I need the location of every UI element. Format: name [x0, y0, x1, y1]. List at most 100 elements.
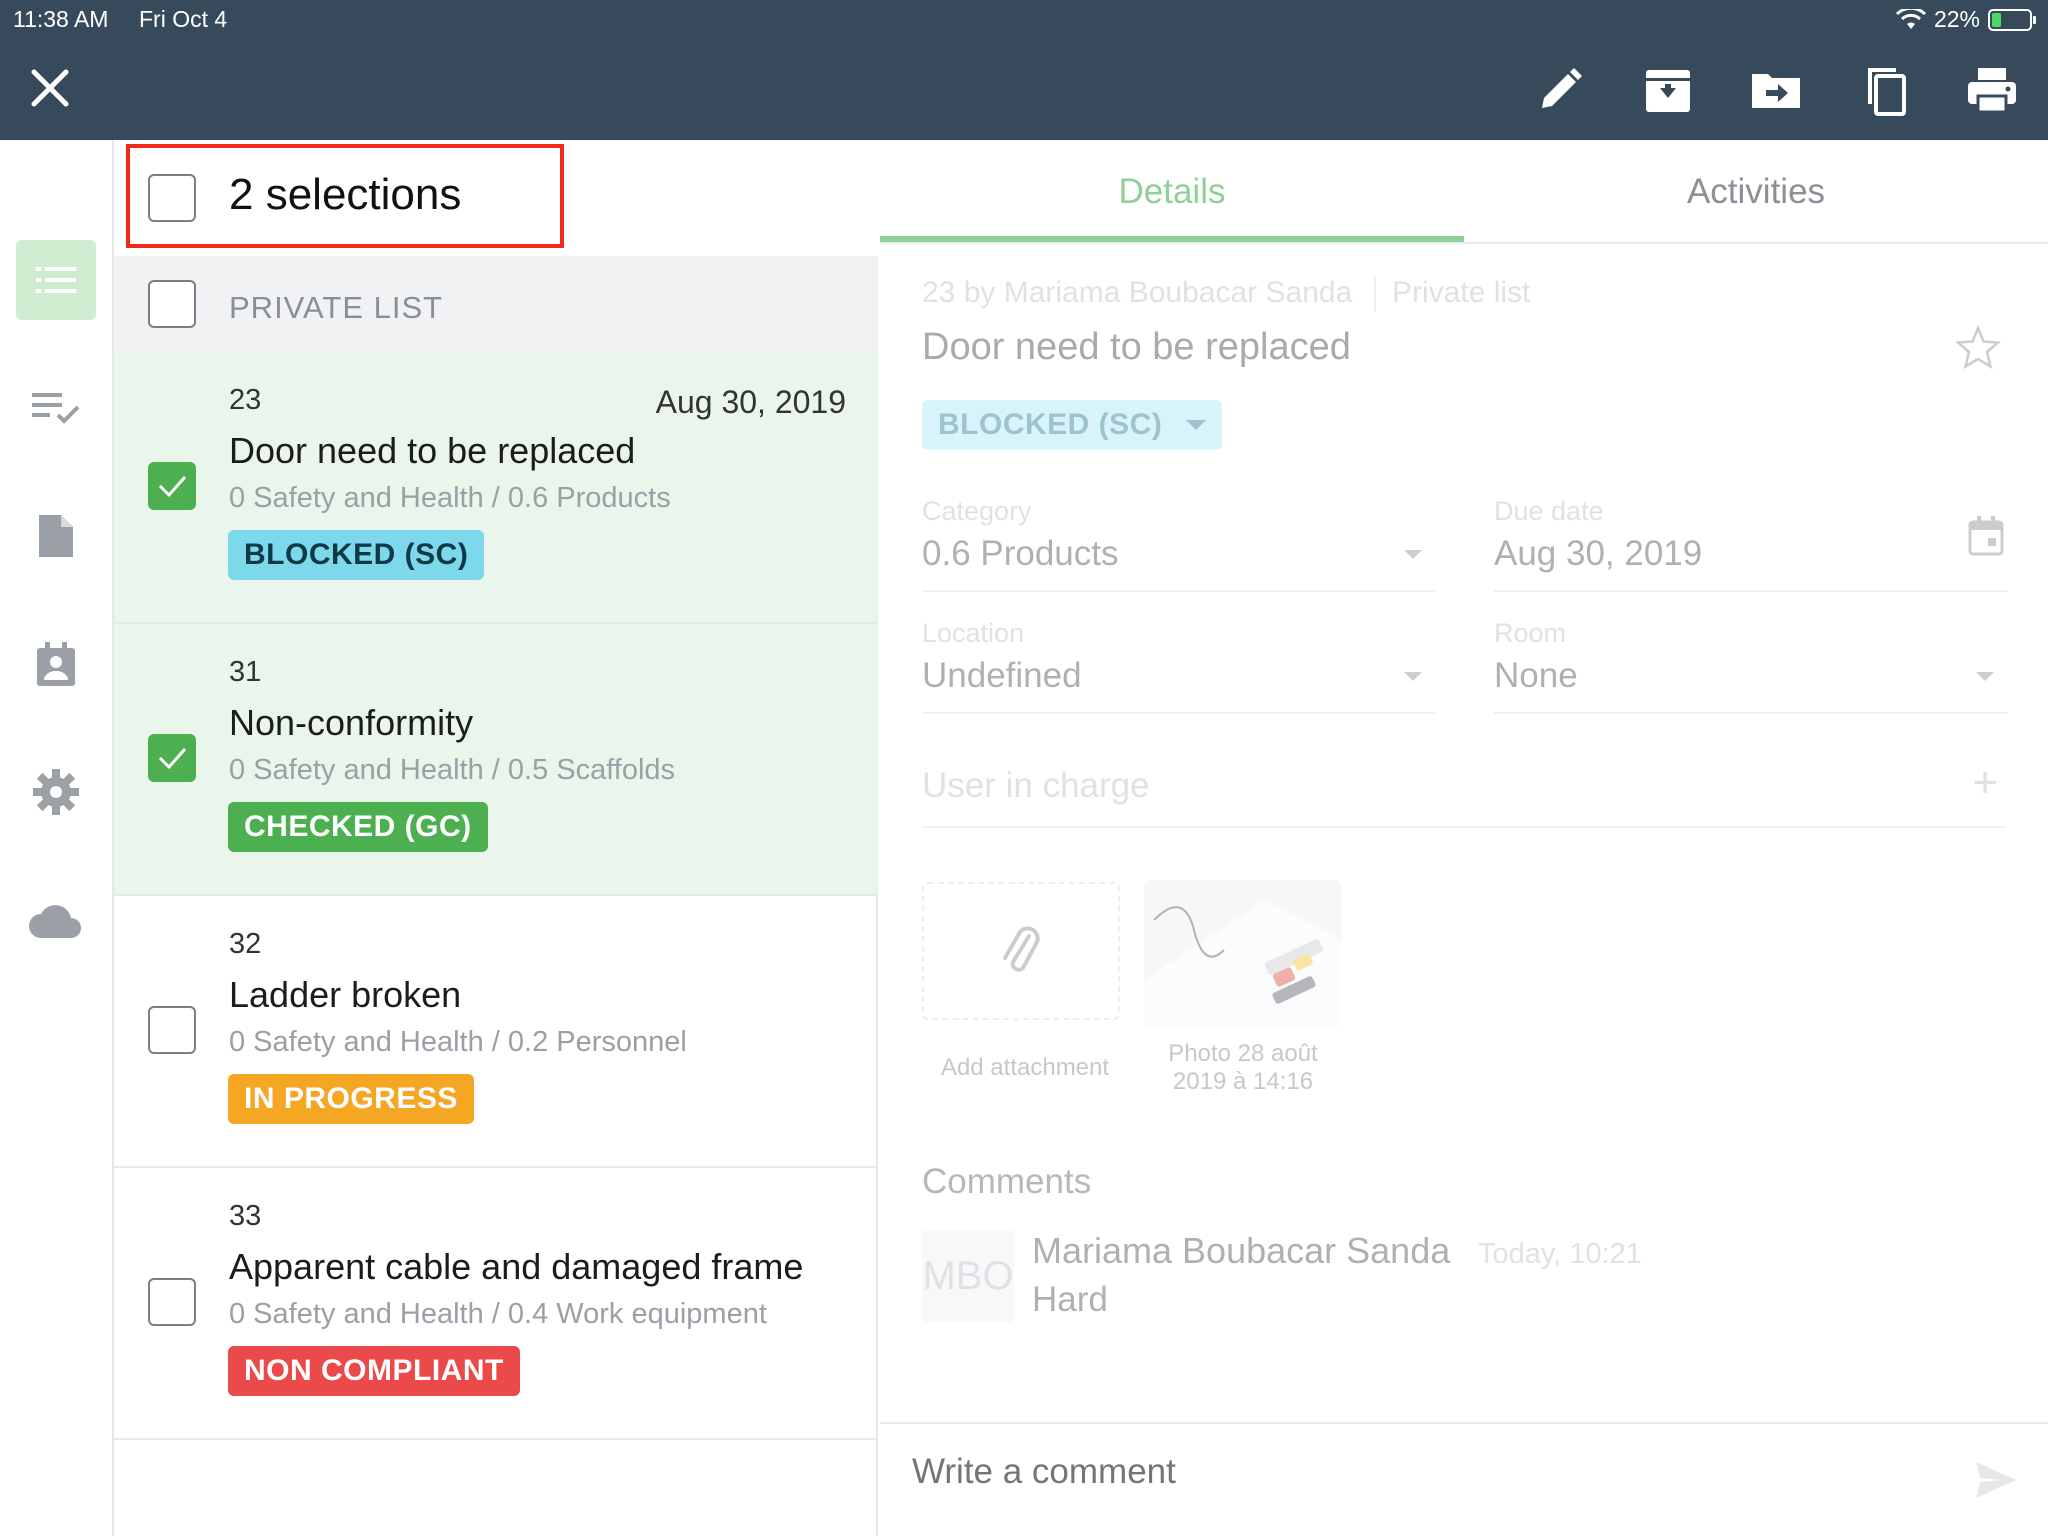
chevron-down-icon [1186, 420, 1207, 430]
tab-indicator [880, 236, 1464, 242]
rail-checklist[interactable] [16, 368, 96, 448]
add-attachment-button[interactable] [922, 882, 1120, 1020]
gear-icon [33, 769, 79, 815]
location-label: Location [922, 618, 1025, 648]
due-date-field[interactable]: Due date Aug 30, 2019 [1494, 496, 2008, 592]
battery-percent: 22% [1933, 6, 1980, 32]
detail-pane: Details Activities 23 by Mariama Boubaca… [880, 140, 2048, 1536]
send-icon[interactable] [1974, 1460, 2018, 1500]
item-title: Ladder broken [229, 974, 462, 1015]
rail-cloud[interactable] [16, 880, 96, 960]
item-path: 0 Safety and Health / 0.4 Work equipment [229, 1298, 767, 1330]
top-bar: 11:38 AM Fri Oct 4 22% [0, 0, 2048, 140]
list-item[interactable]: 32 Ladder broken 0 Safety and Health / 0… [114, 896, 878, 1168]
select-all-checkbox[interactable] [148, 174, 196, 222]
photo-thumbnail[interactable] [1144, 880, 1342, 1028]
item-path: 0 Safety and Health / 0.6 Products [229, 482, 671, 514]
status-badge: BLOCKED (SC) [228, 530, 485, 580]
move-icon[interactable] [1748, 62, 1804, 118]
check-icon [158, 476, 187, 498]
add-user-icon[interactable]: + [1972, 758, 1998, 808]
photo-caption-line2: 2019 à 14:16 [1172, 1068, 1314, 1095]
status-date: Fri Oct 4 [139, 6, 228, 32]
edit-icon[interactable] [1532, 62, 1588, 118]
selection-count: 2 selections [229, 170, 462, 219]
chevron-down-icon [1404, 672, 1422, 681]
item-number: 32 [229, 928, 262, 960]
calendar-icon [1968, 516, 2004, 556]
rail-contacts[interactable] [16, 624, 96, 704]
photo-caption: Photo 28 août 2019 à 14:16 [1132, 1040, 1354, 1096]
item-path: 0 Safety and Health / 0.5 Scaffolds [229, 754, 676, 786]
category-label: Category [922, 496, 1032, 526]
user-in-charge-label: User in charge [922, 766, 1150, 805]
photo-image [1144, 880, 1342, 1028]
status-badge: IN PROGRESS [228, 1074, 474, 1124]
detail-tabs: Details Activities [880, 140, 2048, 244]
tab-details[interactable]: Details [880, 172, 1464, 212]
battery-icon [1988, 8, 2036, 31]
location-field[interactable]: Location Undefined [922, 618, 1436, 714]
item-checkbox[interactable] [148, 734, 196, 782]
due-date-label: Due date [1494, 496, 1604, 526]
issue-list: Private list [1392, 276, 1531, 309]
chevron-down-icon [1976, 672, 1994, 681]
chevron-down-icon [1404, 550, 1422, 559]
add-attachment-label: Add attachment [940, 1054, 1110, 1081]
meta-divider [1374, 276, 1376, 312]
cloud-icon [29, 905, 81, 938]
tab-activities[interactable]: Activities [1464, 172, 2048, 212]
list-item[interactable]: 23 Aug 30, 2019 Door need to be replaced… [114, 352, 878, 624]
print-icon[interactable] [1964, 62, 2020, 118]
category-field[interactable]: Category 0.6 Products [922, 496, 1436, 592]
contacts-icon [37, 642, 75, 686]
item-checkbox[interactable] [148, 462, 196, 510]
item-number: 33 [229, 1200, 262, 1232]
group-checkbox[interactable] [148, 280, 196, 328]
comment-author: Mariama Boubacar Sanda [1032, 1230, 1451, 1271]
photo-caption-line1: Photo 28 août [1168, 1040, 1318, 1067]
archive-icon[interactable] [1640, 62, 1696, 118]
item-title: Non-conformity [229, 702, 474, 743]
item-checkbox[interactable] [148, 1006, 196, 1054]
comment-bar [880, 1422, 2048, 1536]
nav-rail [0, 140, 114, 1536]
avatar: MBO [922, 1230, 1014, 1322]
status-right: 22% [1895, 6, 2036, 33]
comment-text: Hard [1032, 1280, 1108, 1319]
group-header: PRIVATE LIST [114, 256, 878, 352]
issue-meta: 23 by Mariama Boubacar Sanda [922, 276, 1353, 309]
rail-list[interactable] [16, 240, 96, 320]
star-icon[interactable] [1954, 324, 2002, 372]
selection-header: 2 selections [114, 140, 878, 256]
list-pane: 2 selections PRIVATE LIST 23 Aug 30, 201… [114, 140, 878, 1536]
checklist-icon [32, 393, 80, 424]
close-icon[interactable] [24, 62, 76, 114]
room-label: Room [1494, 618, 1567, 648]
status-dropdown[interactable]: BLOCKED (SC) [922, 400, 1223, 450]
issue-title: Door need to be replaced [922, 326, 1351, 368]
status-label: BLOCKED (SC) [938, 408, 1163, 441]
rail-settings[interactable] [16, 752, 96, 832]
item-number: 31 [229, 656, 262, 688]
due-date-value: Aug 30, 2019 [1494, 534, 1703, 573]
rail-documents[interactable] [16, 496, 96, 576]
comment-time: Today, 10:21 [1478, 1238, 1642, 1270]
status-bar: 11:38 AM Fri Oct 4 22% [0, 0, 2048, 40]
comment-input[interactable] [912, 1452, 1812, 1492]
list-item[interactable]: 31 Non-conformity 0 Safety and Health / … [114, 624, 878, 896]
list-icon [36, 267, 76, 293]
item-checkbox[interactable] [148, 1278, 196, 1326]
room-field[interactable]: Room None [1494, 618, 2008, 714]
list-item[interactable]: 33 Apparent cable and damaged frame 0 Sa… [114, 1168, 878, 1440]
status-badge: CHECKED (GC) [228, 802, 488, 852]
user-in-charge-field[interactable]: User in charge + [922, 758, 2006, 828]
category-value: 0.6 Products [922, 534, 1119, 573]
copy-icon[interactable] [1856, 62, 1912, 118]
wifi-icon [1895, 8, 1926, 29]
item-number: 23 [229, 384, 262, 416]
check-icon [158, 748, 187, 770]
status-time: 11:38 AM [13, 6, 109, 32]
room-value: None [1494, 656, 1578, 695]
item-date: Aug 30, 2019 [655, 384, 846, 420]
